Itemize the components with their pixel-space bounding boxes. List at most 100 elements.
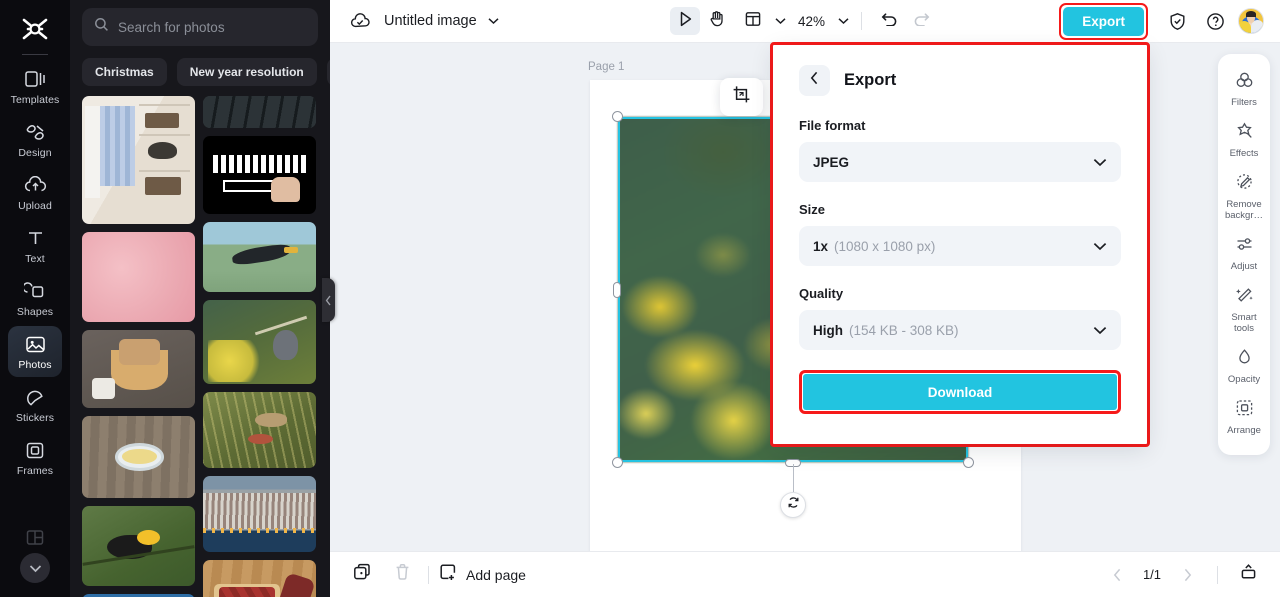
- duplicate-page-icon: [353, 563, 372, 587]
- redo-button[interactable]: [906, 7, 936, 35]
- chevron-left-icon: [810, 71, 819, 90]
- bottom-divider-2: [1217, 565, 1218, 584]
- rotate-stem: [793, 464, 794, 492]
- tool-effects[interactable]: Effects: [1218, 115, 1270, 166]
- rail-item-more-partial[interactable]: [26, 529, 45, 551]
- right-tools-panel: Filters Effects Remove backgr… Adjust Sm…: [1218, 54, 1270, 455]
- tool-remove-background[interactable]: Remove backgr…: [1218, 166, 1270, 228]
- layout-chevron-down-icon[interactable]: [775, 17, 786, 25]
- rail-item-text[interactable]: Text: [8, 220, 62, 271]
- page-indicator: 1/1: [1142, 567, 1162, 582]
- document-title[interactable]: Untitled image: [384, 13, 477, 29]
- bottom-toolbar: Add page 1/1: [330, 551, 1280, 597]
- undo-button[interactable]: [874, 7, 904, 35]
- size-value: 1x: [813, 238, 829, 254]
- collapse-panel-handle[interactable]: [322, 278, 335, 322]
- image-context-toolbar: [720, 78, 763, 116]
- photo-small-bird-reeds[interactable]: [203, 392, 316, 468]
- export-button[interactable]: Export: [1063, 6, 1144, 36]
- tool-adjust[interactable]: Adjust: [1218, 228, 1270, 279]
- quality-select[interactable]: High (154 KB - 308 KB): [799, 310, 1121, 350]
- photo-cormorant-flying[interactable]: [203, 222, 316, 292]
- download-button[interactable]: Download: [803, 374, 1117, 410]
- photo-coastal-town[interactable]: [203, 476, 316, 552]
- photo-grid: [70, 96, 330, 597]
- quality-value: High: [813, 322, 843, 338]
- add-page-button[interactable]: Add page: [439, 563, 526, 587]
- remove-background-icon: [1235, 173, 1254, 196]
- rail-expand-button[interactable]: [20, 553, 50, 583]
- photo-column-left: [82, 96, 195, 597]
- bottom-divider: [428, 565, 429, 584]
- text-icon: [26, 227, 45, 249]
- rail-item-photos[interactable]: Photos: [8, 326, 62, 377]
- rail-label: Design: [18, 147, 52, 159]
- resize-handle-bottom-left[interactable]: [612, 457, 623, 468]
- rotate-icon: [787, 496, 800, 514]
- resize-handle-middle-left[interactable]: [613, 281, 621, 298]
- magic-wand-icon: [1235, 286, 1254, 309]
- help-circle-icon[interactable]: [1200, 7, 1230, 35]
- tool-opacity[interactable]: Opacity: [1218, 341, 1270, 392]
- chevron-down-icon: [1093, 242, 1107, 251]
- search-photos-bar[interactable]: [82, 8, 318, 46]
- crop-icon[interactable]: [732, 85, 751, 109]
- duplicate-page-button[interactable]: [346, 560, 378, 590]
- select-tool-button[interactable]: [670, 7, 700, 35]
- rail-item-frames[interactable]: Frames: [8, 432, 62, 483]
- arrange-icon: [1235, 399, 1254, 422]
- rotate-handle[interactable]: [780, 492, 806, 518]
- tag-new-year-resolution[interactable]: New year resolution: [176, 58, 317, 86]
- rail-item-upload[interactable]: Upload: [8, 167, 62, 218]
- tool-arrange[interactable]: Arrange: [1218, 392, 1270, 443]
- photo-subscribe-hand[interactable]: [203, 136, 316, 214]
- photo-wardrobe-closet[interactable]: [82, 96, 195, 224]
- zoom-chevron-down-icon[interactable]: [838, 17, 849, 25]
- photo-salami-toast[interactable]: [203, 560, 316, 597]
- photo-keyboard-keys[interactable]: [203, 96, 316, 128]
- layout-tool-button[interactable]: [738, 7, 768, 35]
- chevron-down-icon[interactable]: [488, 17, 499, 25]
- tag-partial[interactable]: [326, 58, 330, 86]
- expand-panel-button[interactable]: [1232, 560, 1264, 590]
- capcut-image-editor: Templates Design Upload Text Shapes Phot…: [0, 0, 1280, 597]
- cursor-arrow-icon: [678, 11, 693, 32]
- photo-heron-branch[interactable]: [203, 300, 316, 384]
- tool-label: Effects: [1229, 148, 1259, 159]
- suggested-tags: Christmas New year resolution: [70, 46, 330, 96]
- delete-page-button[interactable]: [386, 560, 418, 590]
- design-icon: [25, 121, 46, 143]
- user-avatar[interactable]: [1238, 8, 1264, 34]
- rail-item-stickers[interactable]: Stickers: [8, 379, 62, 430]
- rail-item-templates[interactable]: Templates: [8, 61, 62, 112]
- zoom-level[interactable]: 42%: [798, 14, 825, 29]
- stickers-icon: [25, 386, 45, 408]
- capcut-logo-icon[interactable]: [18, 16, 52, 42]
- rail-item-design[interactable]: Design: [8, 114, 62, 165]
- photo-pink-texture[interactable]: [82, 232, 195, 322]
- back-button[interactable]: [799, 65, 830, 96]
- tool-filters[interactable]: Filters: [1218, 64, 1270, 115]
- rail-item-shapes[interactable]: Shapes: [8, 273, 62, 324]
- file-format-select[interactable]: JPEG: [799, 142, 1121, 182]
- page-nav-group: 1/1: [1101, 560, 1264, 590]
- redo-arrow-icon: [913, 11, 930, 31]
- photo-yogurt-bowl[interactable]: [82, 416, 195, 498]
- prev-page-button[interactable]: [1101, 560, 1133, 590]
- templates-icon: [24, 68, 46, 90]
- export-panel: Export File format JPEG Size 1x (1080 x …: [773, 45, 1147, 444]
- photo-yellow-bird-branch[interactable]: [82, 506, 195, 586]
- photo-bread-basket[interactable]: [82, 330, 195, 408]
- size-select[interactable]: 1x (1080 x 1080 px): [799, 226, 1121, 266]
- resize-handle-top-left[interactable]: [612, 111, 623, 122]
- tag-christmas[interactable]: Christmas: [82, 58, 167, 86]
- hand-tool-button[interactable]: [702, 7, 732, 35]
- resize-handle-bottom-right[interactable]: [963, 457, 974, 468]
- rail-divider: [22, 54, 48, 55]
- tool-smart-tools[interactable]: Smart tools: [1218, 279, 1270, 341]
- search-input[interactable]: [118, 19, 306, 35]
- next-page-button[interactable]: [1171, 560, 1203, 590]
- add-page-label: Add page: [466, 566, 526, 583]
- top-toolbar: Untitled image 42% Export: [330, 0, 1280, 43]
- shield-check-icon[interactable]: [1162, 7, 1192, 35]
